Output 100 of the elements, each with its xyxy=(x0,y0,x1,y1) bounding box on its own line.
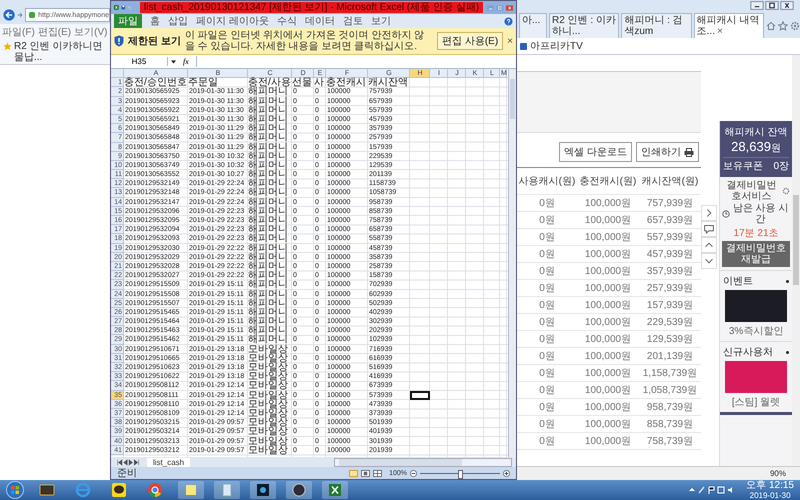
table-cell-text: 100,000원 xyxy=(584,248,632,261)
ribbon-tab[interactable]: 홈 xyxy=(150,14,160,28)
sheet-cell-text: 해피머니 xyxy=(248,179,289,188)
menu-item[interactable]: 보기(V) xyxy=(74,25,108,39)
table-cell-text: 100,000원 xyxy=(584,367,632,380)
clock-icon xyxy=(722,210,730,218)
menu-item[interactable]: 파일(F) xyxy=(2,25,35,39)
minimize-icon[interactable] xyxy=(750,1,764,10)
close-button[interactable]: × xyxy=(507,36,513,46)
back-button[interactable] xyxy=(3,7,16,23)
function-label[interactable]: fx xyxy=(179,57,193,66)
table-cell-text: 0원 xyxy=(538,265,556,278)
sheet-tab[interactable]: list_cash xyxy=(147,458,190,466)
sheet-cell-text: 해피머니 xyxy=(248,298,289,308)
clock-time[interactable]: 오후 12:15 xyxy=(746,480,794,490)
zoom-out-icon[interactable] xyxy=(410,470,417,476)
table-cell-text: 0원 xyxy=(538,350,556,363)
browser-tab[interactable]: 해피캐시 내역 조... × xyxy=(694,13,764,38)
sheet-cell-text: 해피머니 xyxy=(248,87,288,97)
remaining-time-label: 남은 사용 시간 xyxy=(732,203,790,225)
excel-icon[interactable] xyxy=(322,481,348,499)
save-icon[interactable] xyxy=(120,3,126,12)
sheet-cell-text: 해피머니 xyxy=(248,216,289,226)
horizontal-scrollbar[interactable] xyxy=(334,458,512,466)
table-cell-text: 557,939원 xyxy=(646,231,694,244)
app-icon[interactable] xyxy=(250,481,276,499)
star-icon[interactable] xyxy=(778,20,788,30)
table-cell-text: 0원 xyxy=(538,197,556,210)
scrollbar[interactable] xyxy=(792,55,800,466)
section-title: 이벤트 xyxy=(723,275,753,288)
bookmark-link[interactable]: 아프리카TV xyxy=(530,39,583,53)
page-button[interactable]: 엑셀 다운로드 xyxy=(559,142,632,162)
sheet-cell-text: 해피머니 xyxy=(248,335,289,345)
banner-caption[interactable]: 3%즉시할인 xyxy=(728,324,784,338)
ribbon-tab[interactable]: 데이터 xyxy=(304,14,335,28)
table-cell-text: 100,000원 xyxy=(584,316,632,329)
document-icon[interactable] xyxy=(214,481,240,499)
chevron-down-icon[interactable] xyxy=(701,253,717,269)
table-cell-text: 0원 xyxy=(538,282,556,295)
table-cell-text: 657,939원 xyxy=(646,214,694,227)
app-icon[interactable] xyxy=(286,481,312,499)
menu-item[interactable]: 편집(E) xyxy=(38,25,72,39)
table-cell-text: 1,058,739원 xyxy=(642,384,698,397)
clock-date[interactable]: 2019-01-30 xyxy=(750,490,791,500)
name-box[interactable]: H35 xyxy=(111,57,168,66)
maximize-icon[interactable] xyxy=(765,1,779,10)
sheet-cell-text: 해피머니 xyxy=(248,160,289,170)
zoom-slider-thumb[interactable] xyxy=(458,470,463,478)
sheet-cell-text: 모바일상 xyxy=(248,400,289,409)
table-cell-text: 858,739원 xyxy=(646,418,694,431)
gear-icon[interactable] xyxy=(782,187,790,195)
window-title: list_cash_20190130121347 [제한된 보기] - Microsoft Excel (제품 인증 실패) xyxy=(140,2,484,13)
browser-tab[interactable]: 해피머니 : 검색zum xyxy=(621,13,692,38)
close-icon[interactable] xyxy=(780,1,794,10)
sheet-cell-text: 모바일상 xyxy=(248,354,289,363)
help-icon[interactable] xyxy=(504,16,513,26)
table-cell-text: 0원 xyxy=(538,435,556,448)
star-icon[interactable] xyxy=(3,42,12,51)
sheet-cell-text: 주문일 xyxy=(188,78,218,88)
zoom-in-icon[interactable] xyxy=(503,470,510,476)
message-text[interactable]: 이 파일은 인터넷 위치에서 가져온 것이며 안전하지 않을 수 있습니다. 자세한 내용을 보려면 클릭하십시오. xyxy=(184,30,434,52)
page-layout-icon[interactable] xyxy=(361,470,370,476)
browser-tab[interactable]: 아... xyxy=(519,13,547,38)
active-cell[interactable] xyxy=(410,390,430,400)
sheet-cell-text: 사 xyxy=(314,78,325,88)
banner-caption[interactable]: [스팀] 월렛 xyxy=(732,395,780,409)
ribbon-tab[interactable]: 검토 xyxy=(342,14,363,28)
table-cell-text: 1,158,739원 xyxy=(642,367,698,380)
chevron-up-icon[interactable] xyxy=(701,237,717,253)
ribbon-tab[interactable]: 수식 xyxy=(276,14,297,28)
column-header: 캐시잔액(원) xyxy=(640,175,700,188)
sticky-notes-icon[interactable] xyxy=(178,481,204,499)
dropdown-caret-icon[interactable] xyxy=(171,60,176,64)
table-cell-text: 157,939원 xyxy=(646,299,694,312)
sheet-cell-text: 충전캐시 xyxy=(326,78,367,88)
table-cell-text: 257,939원 xyxy=(646,282,694,295)
zoom-level[interactable]: 90% xyxy=(770,469,786,478)
ribbon-tab[interactable]: 보기 xyxy=(370,14,391,28)
sheet-cell-text: 해피머니 xyxy=(248,198,289,207)
chat-icon[interactable] xyxy=(701,221,717,237)
table-cell-text: 100,000원 xyxy=(584,333,632,346)
forward-icon[interactable] xyxy=(17,11,24,19)
settings-icon[interactable] xyxy=(790,20,800,30)
browser-tab[interactable]: R2 인벤 : 이카하니... xyxy=(549,13,620,38)
table-cell-text: 100,000원 xyxy=(584,435,632,448)
sheet-cell-text: 해피머니 xyxy=(248,290,289,299)
home-icon[interactable] xyxy=(766,20,776,30)
table-cell-text: 0원 xyxy=(538,316,556,329)
ribbon-tab[interactable]: 삽입 xyxy=(168,14,188,28)
chevron-right-icon[interactable] xyxy=(701,205,717,221)
page-break-icon[interactable] xyxy=(373,470,382,476)
start-button[interactable] xyxy=(6,481,24,499)
sheet-cell-text: 캐시잔액 xyxy=(368,78,409,88)
reissue-button[interactable]: 결제비밀번호 재발급 xyxy=(722,241,790,267)
enable-editing-button[interactable]: 편집 사용(E) xyxy=(437,32,504,50)
ribbon-tab[interactable]: 페이지 레이아웃 xyxy=(196,14,269,28)
page-button[interactable]: 인쇄하기 xyxy=(636,142,699,162)
coupon-count: 0장 xyxy=(774,160,790,173)
sheet-cell-text: 해피머니 xyxy=(248,252,289,262)
table-cell-text: 757,939원 xyxy=(646,197,694,210)
